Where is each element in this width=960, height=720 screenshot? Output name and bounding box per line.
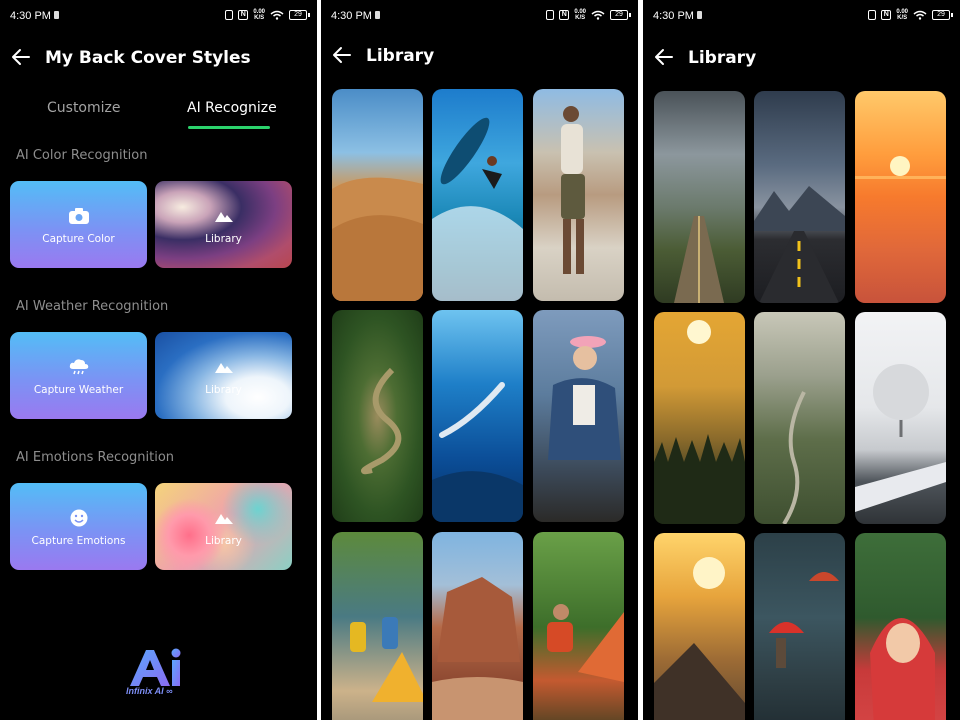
section-title-weather: AI Weather Recognition <box>16 299 169 314</box>
library-image-sun-mountain[interactable] <box>654 533 745 720</box>
vibrate-icon <box>225 10 234 20</box>
capture-color-label: Capture Color <box>42 233 115 245</box>
capture-emotions-button[interactable]: Capture Emotions <box>10 483 147 570</box>
header: Library <box>643 44 960 74</box>
page-title: Library <box>366 46 435 66</box>
library-image-campers[interactable] <box>332 532 423 720</box>
status-bar: 4:30 PM N 0.00 K/S 29 <box>0 0 317 34</box>
wifi-icon <box>913 10 927 20</box>
sd-card-icon <box>375 11 380 19</box>
back-arrow-icon[interactable] <box>10 46 32 68</box>
mountain-image-icon <box>214 363 233 373</box>
status-time: 4:30 PM <box>331 10 372 22</box>
network-speed: 0.00 K/S <box>253 9 265 21</box>
nfc-icon: N <box>238 10 249 20</box>
header: My Back Cover Styles <box>0 44 317 74</box>
brand-text: Infinix AI ∞ <box>126 686 173 696</box>
library-image-mountain-road[interactable] <box>754 91 845 303</box>
battery-icon: 29 <box>289 10 310 20</box>
status-icons: N 0.00 K/S 29 <box>225 9 310 21</box>
capture-color-button[interactable]: Capture Color <box>10 181 147 268</box>
status-bar: 4:30 PM N 0.00 K/S 29 <box>321 0 638 34</box>
mountain-image-icon <box>214 212 233 222</box>
library-image-tent[interactable] <box>533 532 624 720</box>
library-image-storm-road[interactable] <box>654 91 745 303</box>
library-image-walker[interactable] <box>533 89 624 301</box>
page-title: My Back Cover Styles <box>45 48 251 68</box>
status-icons: N 0.00 K/S 29 <box>868 9 953 21</box>
capture-emotions-label: Capture Emotions <box>31 535 126 547</box>
section-title-color: AI Color Recognition <box>16 148 148 163</box>
library-image-sea-sunset[interactable] <box>855 91 946 303</box>
back-arrow-icon[interactable] <box>653 46 675 68</box>
battery-icon: 29 <box>610 10 631 20</box>
wifi-icon <box>270 10 284 20</box>
emotions-library-button[interactable]: Library <box>155 483 292 570</box>
library-image-red-raincoat[interactable] <box>855 533 946 720</box>
mountain-image-icon <box>214 514 233 524</box>
wifi-icon <box>591 10 605 20</box>
tab-customize[interactable]: Customize <box>47 100 121 116</box>
battery-icon: 29 <box>932 10 953 20</box>
library-image-snow-tree[interactable] <box>855 312 946 524</box>
section-title-emotions: AI Emotions Recognition <box>16 450 175 465</box>
weather-library-button[interactable]: Library <box>155 332 292 419</box>
status-icons: N 0.00 K/S 29 <box>546 9 631 21</box>
library-image-desert[interactable] <box>332 89 423 301</box>
library-image-umbrella-rain[interactable] <box>754 533 845 720</box>
sd-card-icon <box>54 11 59 19</box>
nfc-icon: N <box>881 10 892 20</box>
library-image-diver[interactable] <box>432 310 523 522</box>
color-library-label: Library <box>205 233 242 245</box>
vibrate-icon <box>868 10 877 20</box>
library-image-river[interactable] <box>332 310 423 522</box>
capture-weather-label: Capture Weather <box>33 384 124 396</box>
library-image-hiker[interactable] <box>533 310 624 522</box>
status-time: 4:30 PM <box>653 10 694 22</box>
tab-ai-recognize[interactable]: AI Recognize <box>187 100 277 116</box>
library-image-foggy-valley[interactable] <box>754 312 845 524</box>
emotions-library-label: Library <box>205 535 242 547</box>
status-bar: 4:30 PM N 0.00 K/S 29 <box>643 0 960 34</box>
network-speed: 0.00 K/S <box>896 9 908 21</box>
header: Library <box>321 42 638 72</box>
weather-library-label: Library <box>205 384 242 396</box>
library-image-misty-forest[interactable] <box>654 312 745 524</box>
library-image-surfer[interactable] <box>432 89 523 301</box>
nfc-icon: N <box>559 10 570 20</box>
network-speed: 0.00 K/S <box>574 9 586 21</box>
back-cover-styles-screen: 4:30 PM N 0.00 K/S 29 My Back Cover Style… <box>0 0 317 720</box>
page-title: Library <box>688 48 757 68</box>
capture-weather-button[interactable]: Capture Weather <box>10 332 147 419</box>
library-image-rock[interactable] <box>432 532 523 720</box>
tab-bar: Customize AI Recognize <box>0 100 317 134</box>
status-time: 4:30 PM <box>10 10 51 22</box>
color-library-button[interactable]: Library <box>155 181 292 268</box>
active-tab-indicator <box>188 126 270 129</box>
rain-cloud-icon <box>69 359 88 375</box>
back-arrow-icon[interactable] <box>331 44 353 66</box>
vibrate-icon <box>546 10 555 20</box>
library-screen-2: 4:30 PM N 0.00 K/S 29 Library <box>643 0 960 720</box>
smiley-icon <box>70 509 87 527</box>
camera-icon <box>68 208 89 224</box>
sd-card-icon <box>697 11 702 19</box>
library-screen-1: 4:30 PM N 0.00 K/S 29 Library <box>321 0 638 720</box>
